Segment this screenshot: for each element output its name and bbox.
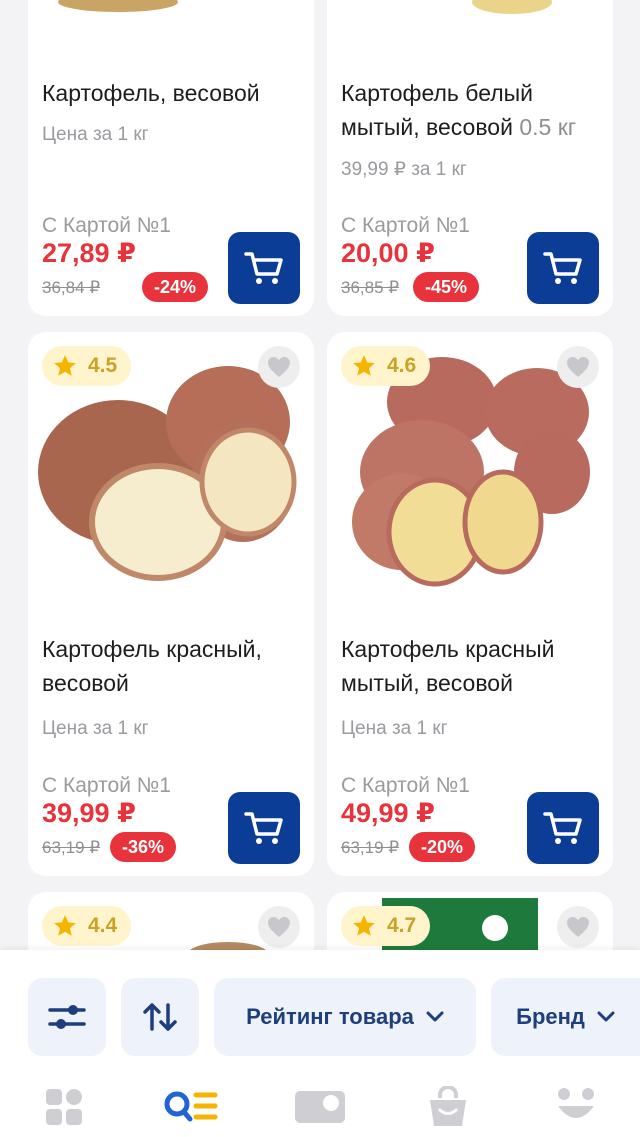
- product-grid: Картофель, весовой Цена за 1 кг С Картой…: [0, 0, 640, 950]
- favorite-button[interactable]: [258, 906, 300, 948]
- heart-icon: [268, 357, 290, 377]
- chevron-down-icon: [426, 1011, 444, 1022]
- tab-cart[interactable]: [418, 1082, 478, 1132]
- product-price: 20,00 ₽: [341, 238, 435, 268]
- product-title: Картофель белый мытый, весовой 0.5 кг: [341, 76, 599, 144]
- sort-arrows-icon: [143, 1003, 177, 1031]
- favorite-button[interactable]: [557, 346, 599, 388]
- shopping-bag-icon: [430, 1086, 466, 1126]
- unit-price: Цена за 1 кг: [42, 718, 149, 739]
- product-price: 49,99 ₽: [341, 798, 435, 828]
- rating-badge: 4.5: [42, 346, 132, 386]
- product-price: 39,99 ₽: [42, 798, 136, 828]
- sliders-icon: [48, 1005, 86, 1029]
- product-image: [472, 0, 552, 14]
- discount-badge: -45%: [413, 272, 480, 302]
- favorite-button[interactable]: [557, 906, 599, 948]
- favorite-button[interactable]: [258, 346, 300, 388]
- rating-value: 4.7: [387, 914, 417, 937]
- card-price-label: С Картой №1: [42, 774, 171, 797]
- bottom-tab-bar: [0, 1070, 640, 1137]
- loyalty-card-icon: [295, 1091, 345, 1123]
- product-title: Картофель красный мытый, весовой: [341, 636, 555, 696]
- card-price-label: С Картой №1: [42, 214, 171, 237]
- rating-badge: 4.4: [42, 906, 132, 946]
- tab-profile[interactable]: [546, 1082, 606, 1132]
- old-price: 36,84 ₽: [42, 278, 101, 297]
- product-card[interactable]: Картофель, весовой Цена за 1 кг С Картой…: [28, 0, 314, 316]
- profile-face-icon: [558, 1088, 594, 1118]
- add-to-cart-button[interactable]: [527, 792, 599, 864]
- cart-icon: [543, 252, 582, 284]
- unit-price: Цена за 1 кг: [341, 718, 448, 739]
- product-card[interactable]: Картофель белый мытый, весовой 0.5 кг 39…: [327, 0, 613, 316]
- catalog-search-icon: [164, 1091, 218, 1122]
- card-price-label: С Картой №1: [341, 214, 470, 237]
- brand-filter-dropdown[interactable]: Бренд: [491, 978, 640, 1056]
- rating-value: 4.4: [88, 914, 118, 937]
- product-card[interactable]: 4.7: [327, 892, 613, 950]
- product-card[interactable]: 4.4: [28, 892, 314, 950]
- rating-badge: 4.7: [341, 906, 431, 946]
- rating-value: 4.6: [387, 354, 417, 377]
- star-icon: [353, 355, 375, 376]
- tab-catalog[interactable]: [161, 1082, 221, 1132]
- star-icon: [54, 355, 76, 376]
- filter-bar: Рейтинг товара Бренд: [0, 950, 640, 1070]
- unit-price: Цена за 1 кг: [42, 124, 149, 145]
- home-grid-icon: [46, 1089, 82, 1125]
- add-to-cart-button[interactable]: [527, 232, 599, 304]
- rating-value: 4.5: [88, 354, 118, 377]
- cart-icon: [244, 812, 283, 844]
- add-to-cart-button[interactable]: [228, 792, 300, 864]
- old-price: 36,85 ₽: [341, 278, 400, 297]
- discount-badge: -36%: [110, 832, 177, 862]
- product-image: [58, 0, 178, 12]
- brand-filter-label: Бренд: [516, 1004, 585, 1029]
- discount-badge: -20%: [409, 832, 476, 862]
- heart-icon: [567, 917, 589, 937]
- rating-badge: 4.6: [341, 346, 431, 386]
- product-price: 27,89 ₽: [42, 238, 136, 268]
- unit-price: 39,99 ₽ за 1 кг: [341, 159, 467, 180]
- sort-button[interactable]: [121, 978, 199, 1056]
- cart-icon: [543, 812, 582, 844]
- add-to-cart-button[interactable]: [228, 232, 300, 304]
- heart-icon: [268, 917, 290, 937]
- old-price: 63,19 ₽: [42, 838, 101, 857]
- card-price-label: С Картой №1: [341, 774, 470, 797]
- cart-icon: [244, 252, 283, 284]
- tab-home[interactable]: [34, 1082, 94, 1132]
- rating-filter-dropdown[interactable]: Рейтинг товара: [214, 978, 476, 1056]
- product-card[interactable]: 4.6 Картофель красный мытый, весовой Цен…: [327, 332, 613, 876]
- star-icon: [353, 915, 375, 936]
- chevron-down-icon: [597, 1011, 615, 1022]
- star-icon: [54, 915, 76, 936]
- product-title: Картофель красный, весовой: [42, 636, 262, 696]
- product-title: Картофель, весовой: [42, 80, 260, 106]
- tab-card[interactable]: [290, 1082, 350, 1132]
- discount-badge: -24%: [142, 272, 209, 302]
- filters-button[interactable]: [28, 978, 106, 1056]
- product-card[interactable]: 4.5 Картофель красный, весовой Цена за 1…: [28, 332, 314, 876]
- product-title-text: Картофель белый мытый, весовой: [341, 80, 534, 140]
- old-price: 63,19 ₽: [341, 838, 400, 857]
- product-weight: 0.5 кг: [519, 114, 577, 140]
- heart-icon: [567, 357, 589, 377]
- rating-filter-label: Рейтинг товара: [246, 1004, 414, 1029]
